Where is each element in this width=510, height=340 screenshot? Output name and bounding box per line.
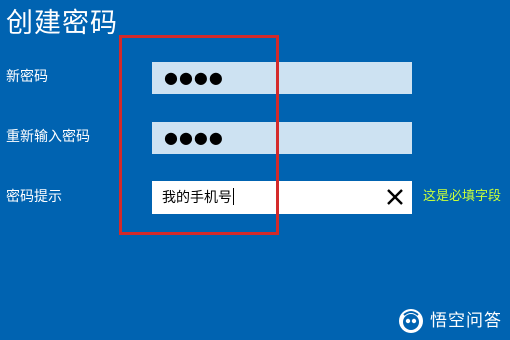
wukong-logo-icon [399, 309, 423, 333]
text-caret [233, 188, 234, 205]
page-title: 创建密码 [6, 8, 118, 39]
close-icon [387, 189, 403, 205]
clear-button[interactable] [384, 186, 406, 208]
new-password-field[interactable]: ●●●● [152, 62, 412, 94]
password-hint-label: 密码提示 [6, 189, 62, 205]
watermark-text: 悟空问答 [430, 311, 502, 331]
password-hint-field[interactable]: 我的手机号 [152, 181, 412, 214]
password-hint-value: 我的手机号 [162, 190, 232, 206]
confirm-password-label: 重新输入密码 [6, 129, 90, 145]
new-password-label: 新密码 [6, 69, 48, 85]
new-password-masked-value: ●●●● [164, 68, 224, 87]
watermark: 悟空问答 [398, 308, 502, 334]
required-field-note: 这是必填字段 [423, 189, 502, 204]
confirm-password-masked-value: ●●●● [164, 128, 224, 147]
confirm-password-field[interactable]: ●●●● [152, 122, 412, 154]
